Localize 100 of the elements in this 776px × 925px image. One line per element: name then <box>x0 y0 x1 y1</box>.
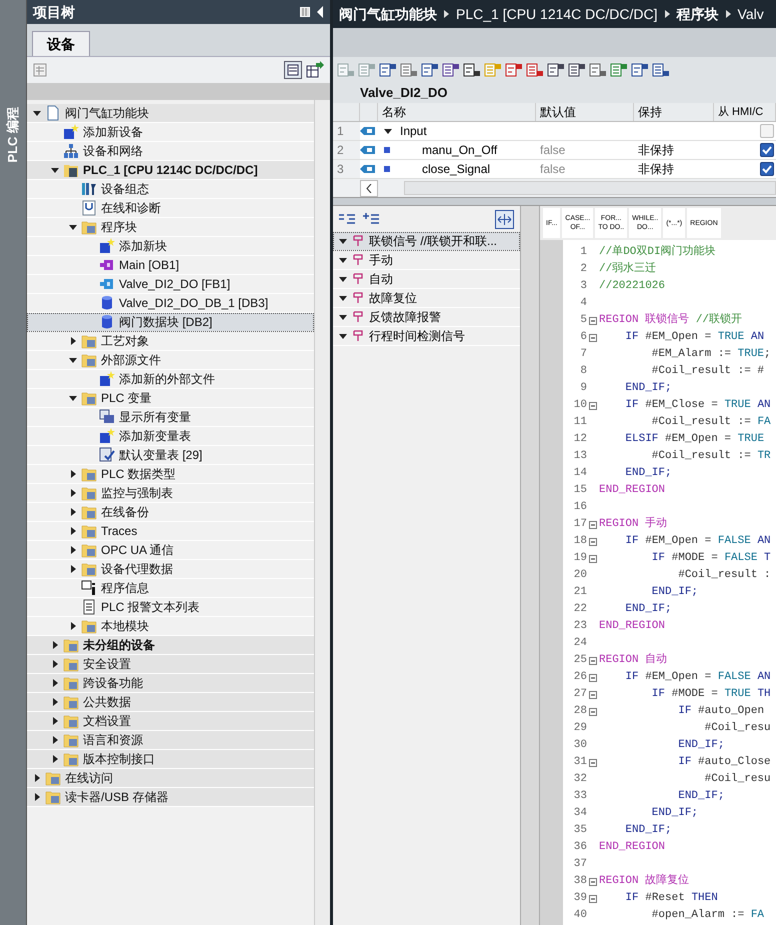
scroll-left-button[interactable] <box>360 180 378 196</box>
tree-item[interactable]: 安全设置 <box>27 655 314 674</box>
breadcrumb-link[interactable]: Valv <box>738 4 764 24</box>
expanded-caret-icon[interactable] <box>51 166 59 174</box>
tree-item[interactable]: 文档设置 <box>27 712 314 731</box>
tree-item[interactable]: 读卡器/USB 存储器 <box>27 788 314 807</box>
expanded-caret-icon[interactable] <box>69 394 77 402</box>
fold-toggle-icon[interactable] <box>589 402 597 410</box>
tree-item[interactable]: 设备代理数据 <box>27 560 314 579</box>
tree-item[interactable]: 外部源文件 <box>27 351 314 370</box>
toolbar-tool-icon[interactable] <box>379 62 397 78</box>
tree-item[interactable]: 添加新设备 <box>27 123 314 142</box>
tree-item[interactable]: 在线访问 <box>27 769 314 788</box>
toolbar-tool-icon[interactable] <box>547 62 565 78</box>
tree-item[interactable]: PLC 报警文本列表 <box>27 598 314 617</box>
toolbar-tool-icon[interactable] <box>568 62 586 78</box>
collapsed-caret-icon[interactable] <box>51 755 59 763</box>
tree-item[interactable]: 阀门数据块 [DB2] <box>27 313 314 332</box>
fold-toggle-icon[interactable] <box>589 520 597 528</box>
collapsed-caret-icon[interactable] <box>69 508 77 516</box>
column-header[interactable]: 默认值 <box>536 103 634 121</box>
tree-item[interactable]: PLC 数据类型 <box>27 465 314 484</box>
fold-toggle-icon[interactable] <box>589 894 597 902</box>
tree-item[interactable]: 本地模块 <box>27 617 314 636</box>
collapsed-caret-icon[interactable] <box>69 527 77 535</box>
tree-item[interactable]: 显示所有变量 <box>27 408 314 427</box>
fold-toggle-icon[interactable] <box>589 708 597 716</box>
tree-item[interactable]: 程序块 <box>27 218 314 237</box>
expanded-caret-icon[interactable] <box>339 256 347 264</box>
collapsed-caret-icon[interactable] <box>69 489 77 497</box>
region-item[interactable]: 手动 <box>333 251 520 270</box>
collapsed-caret-icon[interactable] <box>51 660 59 668</box>
fold-toggle-icon[interactable] <box>589 758 597 766</box>
hmi-checkbox[interactable] <box>760 143 774 157</box>
expanded-caret-icon[interactable] <box>69 223 77 231</box>
fold-toggle-icon[interactable] <box>589 538 597 546</box>
collapsed-caret-icon[interactable] <box>69 470 77 478</box>
fold-toggle-icon[interactable] <box>589 656 597 664</box>
tree-item[interactable]: 设备组态 <box>27 180 314 199</box>
tree-item[interactable]: 公共数据 <box>27 693 314 712</box>
region-item[interactable]: 行程时间检测信号 <box>333 327 520 346</box>
expand-all-icon[interactable] <box>363 213 379 225</box>
fold-toggle-icon[interactable] <box>589 316 597 324</box>
column-header[interactable]: 保持 <box>634 103 714 121</box>
region-item[interactable]: 联锁信号 //联锁开和联... <box>333 232 520 251</box>
collapsed-caret-icon[interactable] <box>51 679 59 687</box>
table-arrow-icon[interactable] <box>306 61 324 79</box>
tree-item[interactable]: 语言和资源 <box>27 731 314 750</box>
column-header[interactable]: 名称 <box>378 103 536 121</box>
collapsed-caret-icon[interactable] <box>69 546 77 554</box>
horizontal-scrollbar[interactable] <box>404 181 776 195</box>
tree-item[interactable]: 设备和网络 <box>27 142 314 161</box>
region-item[interactable]: 反馈故障报警 <box>333 308 520 327</box>
tree-item[interactable]: Valve_DI2_DO_DB_1 [DB3] <box>27 294 314 313</box>
expanded-caret-icon[interactable] <box>339 237 347 245</box>
fold-toggle-icon[interactable] <box>589 674 597 682</box>
editor-mode-label[interactable]: PLC 编程 <box>3 107 23 163</box>
toolbar-tool-icon[interactable] <box>652 62 670 78</box>
tree-item[interactable]: 添加新变量表 <box>27 427 314 446</box>
expanded-caret-icon[interactable] <box>339 275 347 283</box>
toolbar-tool-icon[interactable] <box>505 62 523 78</box>
region-item[interactable]: 故障复位 <box>333 289 520 308</box>
expanded-caret-icon[interactable] <box>339 294 347 302</box>
fold-toggle-icon[interactable] <box>589 334 597 342</box>
expanded-caret-icon[interactable] <box>69 356 77 364</box>
tree-item[interactable]: 添加新块 <box>27 237 314 256</box>
collapsed-caret-icon[interactable] <box>69 565 77 573</box>
toolbar-tool-icon[interactable] <box>463 62 481 78</box>
tree-item[interactable]: PLC 变量 <box>27 389 314 408</box>
collapsed-caret-icon[interactable] <box>69 337 77 345</box>
fold-toggle-icon[interactable] <box>589 554 597 562</box>
collapsed-caret-icon[interactable] <box>51 698 59 706</box>
tree-item[interactable]: 版本控制接口 <box>27 750 314 769</box>
collapse-all-icon[interactable] <box>339 213 355 225</box>
collapsed-caret-icon[interactable] <box>33 793 41 801</box>
toolbar-tool-icon[interactable] <box>631 62 649 78</box>
breadcrumb-link[interactable]: 阀门气缸功能块 <box>339 4 437 24</box>
collapse-left-icon[interactable] <box>316 6 324 18</box>
collapsed-caret-icon[interactable] <box>51 736 59 744</box>
toolbar-tool-icon[interactable] <box>526 62 544 78</box>
collapsed-caret-icon[interactable] <box>69 622 77 630</box>
tree-item[interactable]: 阀门气缸功能块 <box>27 104 314 123</box>
toolbar-tool-icon[interactable] <box>442 62 460 78</box>
toolbar-tool-icon[interactable] <box>421 62 439 78</box>
collapsed-caret-icon[interactable] <box>51 717 59 725</box>
panel-tab[interactable]: 设备 <box>32 31 90 56</box>
split-view-icon[interactable] <box>300 7 310 17</box>
tree-item[interactable]: 未分组的设备 <box>27 636 314 655</box>
toolbar-tool-icon[interactable] <box>589 62 607 78</box>
breadcrumb-link[interactable]: 程序块 <box>676 4 719 24</box>
tree-item[interactable]: 默认变量表 [29] <box>27 446 314 465</box>
tree-item[interactable]: 添加新的外部文件 <box>27 370 314 389</box>
tree-item[interactable]: 在线和诊断 <box>27 199 314 218</box>
tree-item[interactable]: 工艺对象 <box>27 332 314 351</box>
fold-toggle-icon[interactable] <box>589 878 597 886</box>
collapsed-caret-icon[interactable] <box>33 774 41 782</box>
tree-item[interactable]: 监控与强制表 <box>27 484 314 503</box>
expanded-caret-icon[interactable] <box>339 313 347 321</box>
expanded-caret-icon[interactable] <box>339 332 347 340</box>
tree-item[interactable]: PLC_1 [CPU 1214C DC/DC/DC] <box>27 161 314 180</box>
